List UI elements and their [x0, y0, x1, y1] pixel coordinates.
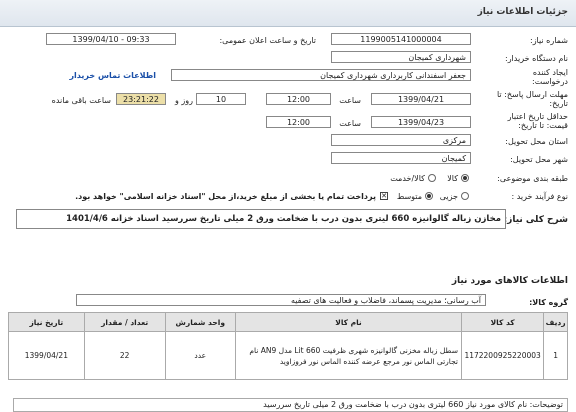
col-date: تاریخ نیاز — [8, 312, 85, 332]
creator-label: ایجاد کننده درخواست: — [532, 68, 568, 86]
province-label: استان محل تحویل: — [505, 137, 568, 146]
province-field[interactable]: مرکزی — [331, 134, 471, 146]
category-goods-radio[interactable] — [461, 174, 469, 182]
process-medium-radio[interactable] — [425, 192, 433, 200]
footer-notes: توضیحات: نام کالای مورد نیاز 660 لیتری ب… — [13, 398, 568, 412]
deadline-time-field[interactable]: 12:00 — [266, 93, 331, 105]
table-row[interactable]: 1 1172200925220003 سطل زباله مخزنی گالوا… — [8, 331, 568, 380]
remaining-time-field: 23:21:22 — [116, 93, 166, 105]
need-number-label: شماره نیاز: — [530, 36, 568, 45]
deadline-time-label: ساعت — [339, 96, 361, 105]
col-code: کد کالا — [460, 312, 545, 332]
validity-time-label: ساعت — [339, 119, 361, 128]
deadline-label: مهلت ارسال پاسخ: تا تاریخ: — [496, 90, 568, 108]
page-title: جزئیات اطلاعات نیاز — [477, 7, 568, 17]
city-field[interactable]: کمیجان — [331, 152, 471, 164]
description-label: شرح کلی نیاز: — [503, 215, 568, 225]
cell-unit: عدد — [164, 331, 237, 380]
days-label: روز و — [175, 96, 193, 105]
goods-section-title: اطلاعات کالاهای مورد نیاز — [451, 276, 568, 286]
validity-time-field[interactable]: 12:00 — [266, 116, 331, 128]
validity-label: حداقل تاریخ اعتبار قیمت: تا تاریخ: — [507, 112, 568, 130]
days-field[interactable]: 10 — [196, 93, 246, 105]
cell-qty: 22 — [83, 331, 166, 380]
col-row: ردیف — [543, 312, 568, 332]
page-header: جزئیات اطلاعات نیاز — [0, 0, 576, 27]
goods-table: ردیف کد کالا نام کالا واحد شمارش تعداد /… — [8, 312, 568, 380]
category-goods-service-radio[interactable] — [428, 174, 436, 182]
treasury-checkbox[interactable]: ✕ — [380, 192, 388, 200]
process-minor-radio[interactable] — [461, 192, 469, 200]
creator-field[interactable]: جعفر اسفندانی کاربرداری شهرداری کمیجان — [171, 69, 471, 81]
contact-buyer-link[interactable]: اطلاعات تماس خریدار — [69, 71, 156, 80]
description-field[interactable]: مخازن زباله گالوانیزه 660 لیتری بدون درب… — [16, 209, 506, 229]
remaining-label: ساعت باقی مانده — [51, 96, 111, 105]
cell-row: 1 — [543, 331, 568, 380]
category-label: طبقه بندی موضوعی: — [497, 174, 568, 183]
table-header-row: ردیف کد کالا نام کالا واحد شمارش تعداد /… — [8, 312, 568, 332]
goods-group-field[interactable]: آب رسانی؛ مدیریت پسماند، فاضلاب و فعالیت… — [76, 294, 486, 306]
deadline-date-field[interactable]: 1399/04/21 — [371, 93, 471, 105]
col-unit: واحد شمارش — [164, 312, 237, 332]
announce-field[interactable]: 1399/04/10 - 09:33 — [46, 33, 176, 45]
need-number-field[interactable]: 1199005141000004 — [331, 33, 471, 45]
city-label: شهر محل تحویل: — [510, 155, 568, 164]
cell-code: 1172200925220003 — [460, 331, 545, 380]
validity-date-field[interactable]: 1399/04/23 — [371, 116, 471, 128]
process-label: نوع فرآیند خرید : — [511, 192, 568, 201]
process-medium-label: متوسط — [396, 192, 422, 201]
cell-date: 1399/04/21 — [8, 331, 85, 380]
payment-note: پرداخت تمام یا بخشی از مبلغ خرید،از محل … — [75, 192, 376, 201]
col-qty: تعداد / مقدار — [83, 312, 166, 332]
announce-label: تاریخ و ساعت اعلان عمومی: — [219, 36, 316, 45]
goods-group-label: گروه کالا: — [529, 298, 568, 307]
process-minor-label: جزیی — [439, 192, 458, 201]
buyer-field[interactable]: شهرداری کمیجان — [331, 51, 471, 63]
category-goods-service-label: کالا/خدمت — [390, 174, 425, 183]
buyer-label: نام دستگاه خریدار: — [505, 54, 568, 63]
col-name: نام کالا — [235, 312, 462, 332]
category-goods-label: کالا — [447, 174, 458, 183]
cell-name: سطل زباله مخزنی گالوانیزه شهری ظرفیت 660… — [235, 331, 462, 380]
